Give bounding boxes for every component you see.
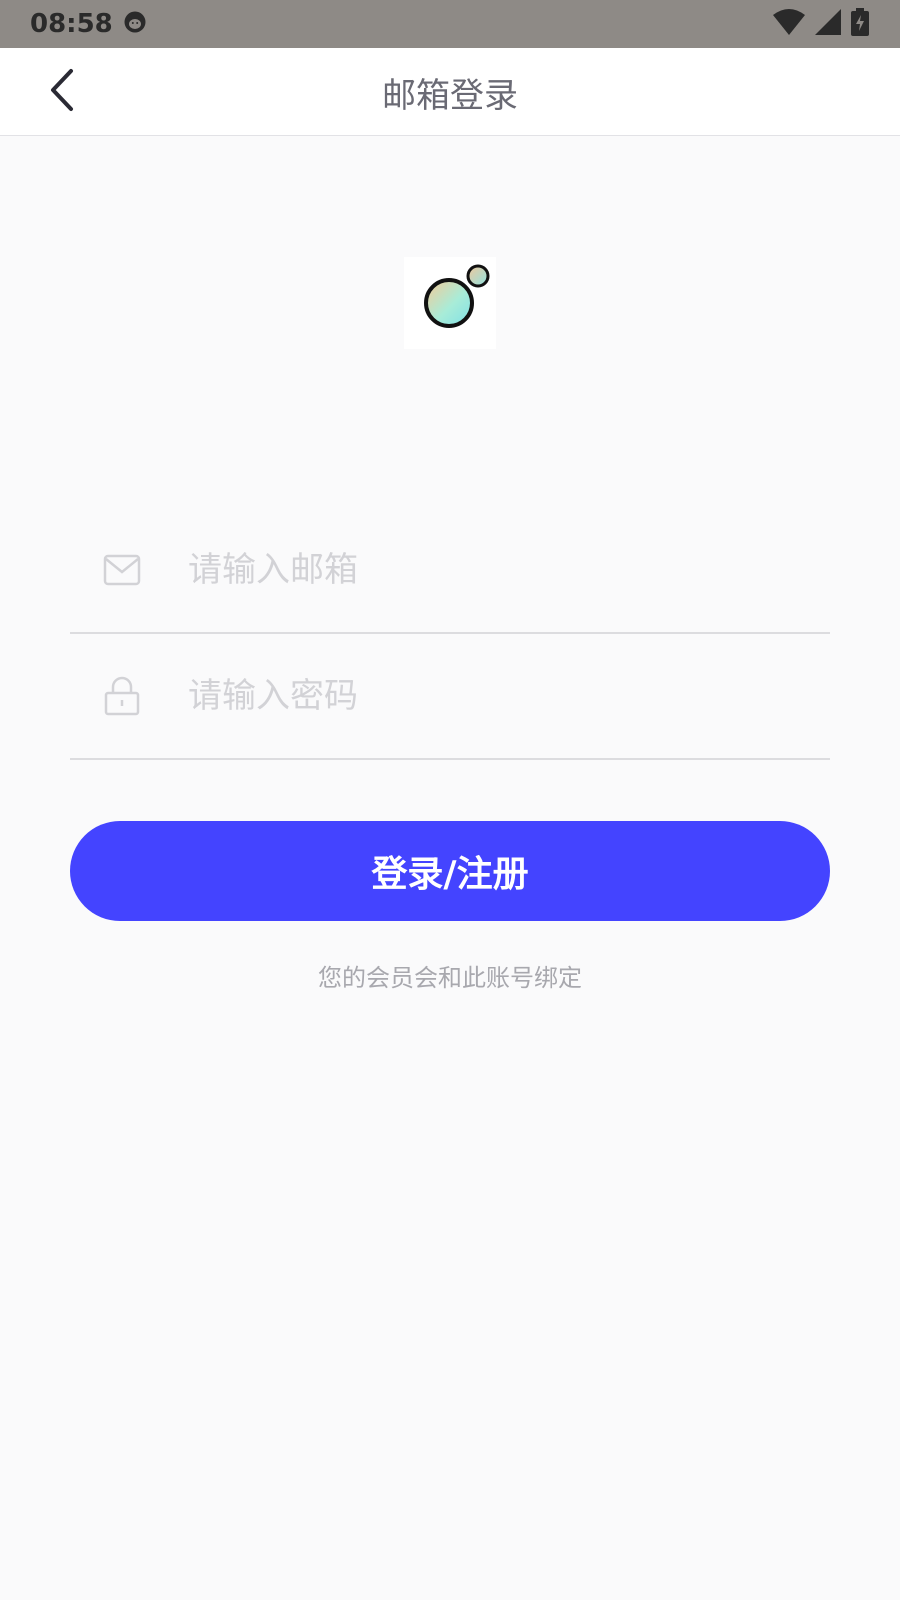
bubbles-logo-icon xyxy=(404,264,496,353)
app-logo xyxy=(404,257,496,349)
lock-icon xyxy=(100,674,144,718)
status-bar: 08:58 xyxy=(0,0,900,48)
wifi-icon xyxy=(772,8,806,40)
password-field-row xyxy=(70,634,830,760)
account-binding-hint: 您的会员会和此账号绑定 xyxy=(318,964,582,992)
password-input[interactable] xyxy=(188,666,788,726)
email-input[interactable] xyxy=(188,540,788,600)
chevron-left-icon xyxy=(47,68,77,116)
battery-charging-icon xyxy=(850,8,870,40)
page-title: 邮箱登录 xyxy=(382,75,518,116)
status-right xyxy=(772,8,870,40)
app-bar: 邮箱登录 xyxy=(0,48,900,136)
email-field-row xyxy=(70,508,830,634)
envelope-icon xyxy=(100,548,144,592)
status-time: 08:58 xyxy=(30,9,113,39)
status-left: 08:58 xyxy=(30,9,147,39)
cell-signal-icon xyxy=(814,8,842,40)
back-button[interactable] xyxy=(36,66,88,118)
login-register-button[interactable]: 登录/注册 xyxy=(70,821,830,921)
cat-notification-icon xyxy=(123,10,147,38)
